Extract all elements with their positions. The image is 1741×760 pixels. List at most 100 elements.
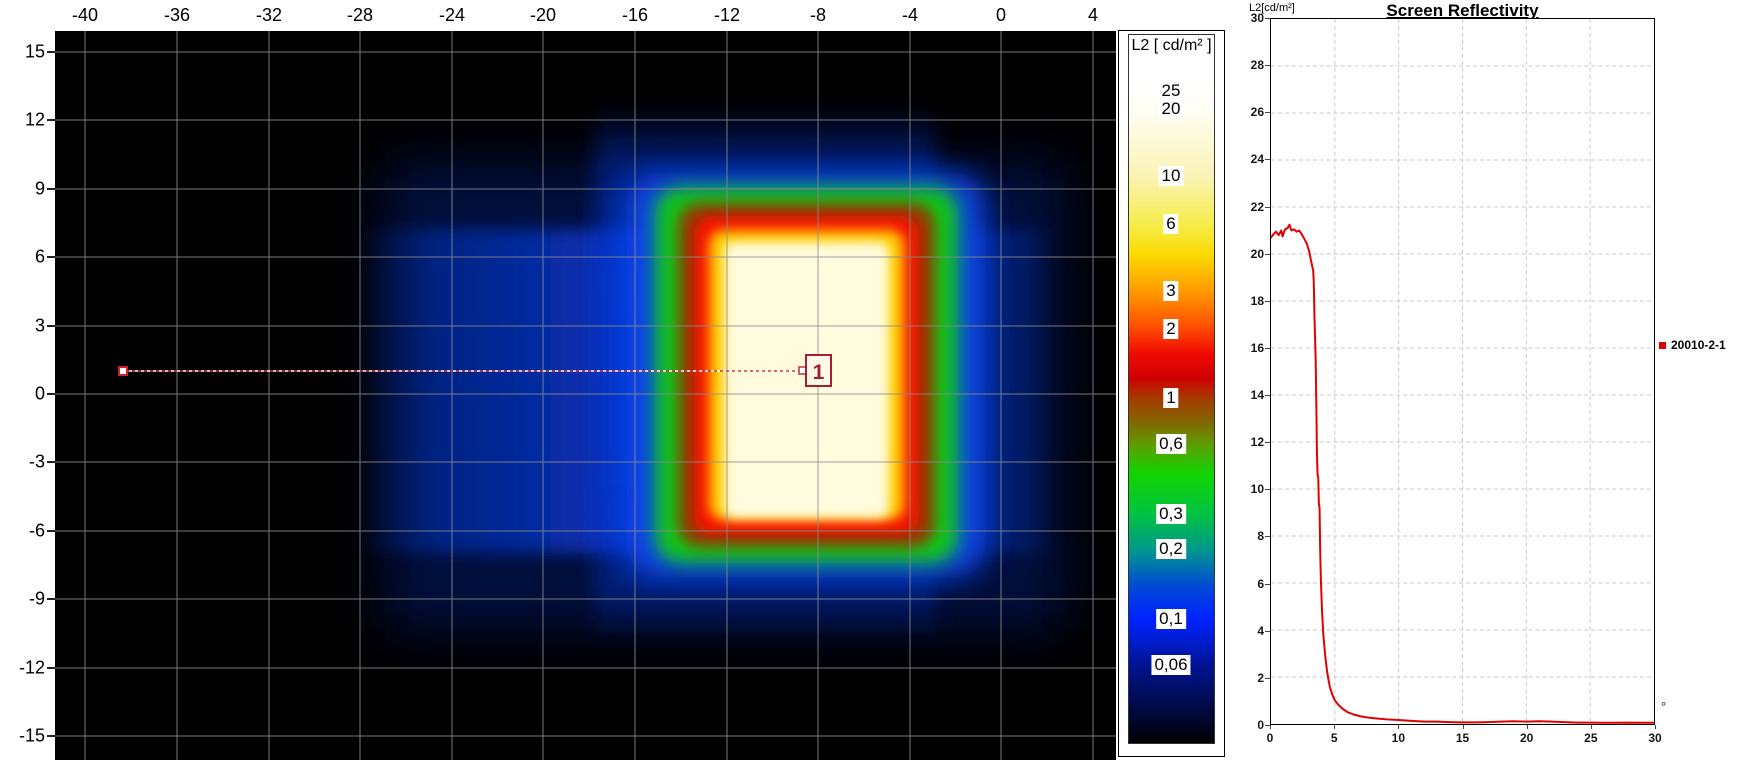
heatmap-y-tick-label: -6 xyxy=(0,521,45,542)
chart-y-tick-mark xyxy=(1265,301,1270,302)
chart-y-tick-mark xyxy=(1265,112,1270,113)
chart-y-tick-label: 22 xyxy=(1240,200,1264,214)
chart-x-tick-mark xyxy=(1591,725,1592,729)
chart-y-tick-mark xyxy=(1265,584,1270,585)
colorbar-scale-value: 0,3 xyxy=(1156,504,1186,524)
chart-x-tick-label: 20 xyxy=(1520,731,1533,745)
chart-y-tick-label: 18 xyxy=(1240,294,1264,308)
heatmap-x-tick-label: 4 xyxy=(1088,5,1098,26)
heatmap-x-tick-label: -16 xyxy=(622,5,648,26)
colorbar-header: L2 [ cd/m² ] xyxy=(1119,37,1224,55)
reflectivity-plot-area xyxy=(1270,18,1655,725)
chart-y-tick-mark xyxy=(1265,65,1270,66)
heatmap-y-tick-mark xyxy=(47,598,55,600)
chart-y-tick-label: 30 xyxy=(1240,11,1264,25)
heatmap-x-tick-label: -12 xyxy=(714,5,740,26)
heatmap-y-tick-label: -3 xyxy=(0,452,45,473)
colorbar-scale-value: 3 xyxy=(1163,281,1178,301)
luminance-analysis-window: 1 -40-36-32-28-24-20-16-12-8-404 1512963… xyxy=(0,0,1741,760)
reflectivity-chart-section: Screen Reflectivity L2[cd/m²] 3028262422… xyxy=(1240,0,1741,760)
chart-y-tick-mark xyxy=(1265,348,1270,349)
heatmap-y-tick-mark xyxy=(47,51,55,53)
chart-x-tick-mark xyxy=(1270,725,1271,729)
chart-y-tick-label: 10 xyxy=(1240,482,1264,496)
heatmap-y-tick-mark xyxy=(47,188,55,190)
colorbar-scale-value: 20 xyxy=(1159,99,1184,119)
colorbar-scale-value: 10 xyxy=(1159,166,1184,186)
chart-x-tick-label: 0 xyxy=(1267,731,1274,745)
chart-y-tick-label: 0 xyxy=(1240,718,1264,732)
reflectivity-plot-svg xyxy=(1271,19,1654,724)
heatmap-x-tick-label: -20 xyxy=(530,5,556,26)
chart-y-tick-label: 4 xyxy=(1240,624,1264,638)
heatmap-x-tick-label: -36 xyxy=(164,5,190,26)
chart-y-tick-mark xyxy=(1265,536,1270,537)
heatmap-x-tick-label: -40 xyxy=(72,5,98,26)
chart-gridlines xyxy=(1271,19,1654,724)
heatmap-y-tick-label: -9 xyxy=(0,589,45,610)
heatmap-y-tick-label: -15 xyxy=(0,726,45,747)
measure-marker-1[interactable]: 1 xyxy=(806,355,831,386)
chart-y-tick-mark xyxy=(1265,159,1270,160)
chart-x-tick-label: 15 xyxy=(1456,731,1469,745)
colorbar-scale-value: 25 xyxy=(1159,81,1184,101)
heatmap-y-tick-label: 6 xyxy=(0,247,45,268)
chart-y-tick-label: 26 xyxy=(1240,105,1264,119)
chart-x-tick-label: 30 xyxy=(1648,731,1661,745)
chart-x-tick-label: 10 xyxy=(1392,731,1405,745)
colorbar-scale-value: 2 xyxy=(1163,319,1178,339)
heatmap-y-tick-label: 3 xyxy=(0,316,45,337)
colorbar-panel: L2 [ cd/m² ] 25201063210,60,30,20,10,06 xyxy=(1118,30,1225,757)
heatmap-y-tick-label: 15 xyxy=(0,42,45,63)
heatmap-y-tick-mark xyxy=(47,325,55,327)
colorbar-scale-value: 0,1 xyxy=(1156,609,1186,629)
chart-x-tick-mark xyxy=(1655,725,1656,729)
chart-y-tick-mark xyxy=(1265,254,1270,255)
chart-y-tick-mark xyxy=(1265,631,1270,632)
heatmap-y-tick-mark xyxy=(47,530,55,532)
colorbar-scale-value: 0,6 xyxy=(1156,434,1186,454)
x-axis-unit-symbol: ° xyxy=(1661,699,1666,714)
heatmap-x-tick-label: -24 xyxy=(439,5,465,26)
chart-x-tick-label: 25 xyxy=(1584,731,1597,745)
heatmap-y-tick-label: 0 xyxy=(0,384,45,405)
heatmap-x-tick-label: -28 xyxy=(347,5,373,26)
heatmap-y-tick-mark xyxy=(47,393,55,395)
legend-series-label: 20010-2-1 xyxy=(1671,338,1726,352)
chart-y-tick-label: 8 xyxy=(1240,529,1264,543)
heatmap-y-tick-mark xyxy=(47,667,55,669)
chart-x-tick-mark xyxy=(1527,725,1528,729)
colorbar-scale-value: 6 xyxy=(1163,214,1178,234)
heatmap-x-tick-label: -8 xyxy=(810,5,826,26)
heatmap-y-tick-label: 9 xyxy=(0,179,45,200)
heatmap-x-tick-label: 0 xyxy=(996,5,1006,26)
chart-y-tick-mark xyxy=(1265,395,1270,396)
heatmap-rendering: 1 xyxy=(55,31,1116,760)
legend-series-marker xyxy=(1659,342,1666,349)
chart-y-tick-mark xyxy=(1265,678,1270,679)
chart-y-tick-mark xyxy=(1265,18,1270,19)
chart-y-tick-label: 20 xyxy=(1240,247,1264,261)
chart-x-tick-mark xyxy=(1398,725,1399,729)
chart-y-tick-label: 6 xyxy=(1240,577,1264,591)
luminance-heatmap-canvas[interactable]: 1 xyxy=(55,31,1116,760)
heatmap-y-tick-mark xyxy=(47,735,55,737)
probe-end-point[interactable] xyxy=(799,367,806,374)
chart-x-tick-mark xyxy=(1463,725,1464,729)
heatmap-y-tick-label: 12 xyxy=(0,110,45,131)
heatmap-y-tick-label: -12 xyxy=(0,658,45,679)
heatmap-y-tick-mark xyxy=(47,119,55,121)
heatmap-x-tick-label: -4 xyxy=(902,5,918,26)
chart-y-tick-mark xyxy=(1265,207,1270,208)
heatmap-y-tick-mark xyxy=(47,461,55,463)
probe-start-point[interactable] xyxy=(119,367,127,375)
chart-y-tick-label: 16 xyxy=(1240,341,1264,355)
heatmap-y-tick-mark xyxy=(47,256,55,258)
colorbar-scale-value: 1 xyxy=(1163,388,1178,408)
chart-y-tick-label: 24 xyxy=(1240,152,1264,166)
chart-y-tick-label: 28 xyxy=(1240,58,1264,72)
chart-y-tick-label: 12 xyxy=(1240,435,1264,449)
chart-y-tick-label: 14 xyxy=(1240,388,1264,402)
chart-x-tick-mark xyxy=(1334,725,1335,729)
chart-y-tick-mark xyxy=(1265,442,1270,443)
